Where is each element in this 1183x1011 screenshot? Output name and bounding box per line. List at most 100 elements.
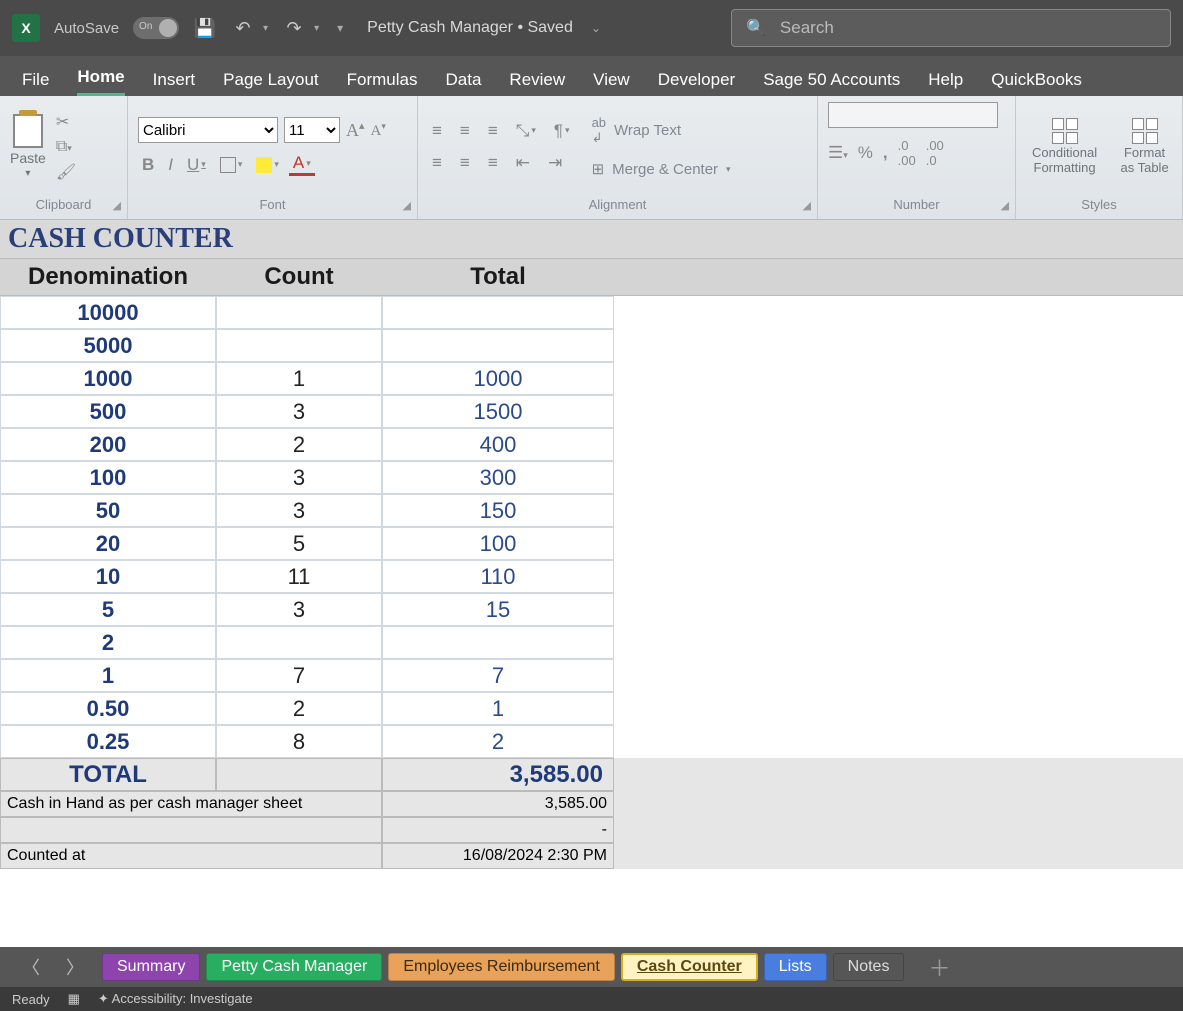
denomination-cell[interactable]: 100 [0,461,216,494]
menu-tab-page-layout[interactable]: Page Layout [223,70,318,96]
decrease-decimal-icon[interactable]: .00.0 [926,138,944,168]
counted-at-value[interactable]: 16/08/2024 2:30 PM [382,843,614,869]
italic-button[interactable]: I [164,155,177,175]
align-bottom-icon[interactable]: ≡ [484,121,502,141]
total-value[interactable]: 3,585.00 [382,758,614,791]
status-accessibility[interactable]: ✦ Accessibility: Investigate [98,991,253,1007]
denomination-cell[interactable]: 1 [0,659,216,692]
total-cell[interactable] [382,626,614,659]
denomination-cell[interactable]: 50 [0,494,216,527]
total-count-cell[interactable] [216,758,382,791]
total-cell[interactable]: 7 [382,659,614,692]
comma-icon[interactable]: , [883,143,888,163]
count-cell[interactable]: 2 [216,428,382,461]
total-cell[interactable] [382,329,614,362]
total-cell[interactable] [382,296,614,329]
underline-button[interactable]: U▾ [183,155,210,175]
format-painter-icon[interactable]: 🖌 [56,162,76,182]
copy-icon[interactable]: ⧉▾ [56,138,76,156]
count-cell[interactable]: 3 [216,494,382,527]
denomination-cell[interactable]: 500 [0,395,216,428]
cash-in-hand-value[interactable]: 3,585.00 [382,791,614,817]
increase-indent-icon[interactable]: ⇥ [544,153,566,173]
total-cell[interactable]: 400 [382,428,614,461]
font-color-button[interactable]: A▾ [289,153,315,176]
menu-tab-view[interactable]: View [593,70,630,96]
difference-row[interactable]: - [0,817,1183,843]
count-cell[interactable]: 3 [216,461,382,494]
increase-font-icon[interactable]: A▴ [346,119,365,141]
count-cell[interactable] [216,329,382,362]
wrap-text-button[interactable]: ab↲Wrap Text [592,115,731,146]
difference-label[interactable] [0,817,382,843]
increase-decimal-icon[interactable]: .0.00 [898,138,916,168]
menu-tab-insert[interactable]: Insert [153,70,196,96]
sheet-tab-petty-cash-manager[interactable]: Petty Cash Manager [206,953,382,981]
align-left-icon[interactable]: ≡ [428,153,446,173]
paste-dropdown-icon[interactable]: ▾ [25,168,30,179]
bold-button[interactable]: B [138,155,158,175]
cut-icon[interactable]: ✂ [56,112,76,132]
tab-nav-prev-icon[interactable]: 〈 [14,954,48,980]
total-cell[interactable]: 150 [382,494,614,527]
menu-tab-review[interactable]: Review [509,70,565,96]
percent-icon[interactable]: % [858,143,873,163]
status-macro-icon[interactable]: ▦ [68,991,80,1007]
denomination-cell[interactable]: 2 [0,626,216,659]
count-cell[interactable]: 2 [216,692,382,725]
denomination-cell[interactable]: 10000 [0,296,216,329]
sheet-tab-employees-reimbursement[interactable]: Employees Reimbursement [388,953,615,981]
autosave-toggle[interactable]: On [133,17,179,39]
total-cell[interactable]: 1000 [382,362,614,395]
menu-tab-sage-50-accounts[interactable]: Sage 50 Accounts [763,70,900,96]
alignment-dialog-icon[interactable]: ◢ [803,199,811,212]
total-cell[interactable]: 100 [382,527,614,560]
total-label[interactable]: TOTAL [0,758,216,791]
decrease-indent-icon[interactable]: ⇤ [512,153,534,173]
header-denomination[interactable]: Denomination [0,259,216,295]
difference-value[interactable]: - [382,817,614,843]
tab-nav-next-icon[interactable]: 〉 [58,954,92,980]
format-as-table-button[interactable]: Format as Table [1117,118,1172,175]
count-cell[interactable]: 1 [216,362,382,395]
align-top-icon[interactable]: ≡ [428,121,446,141]
font-size-select[interactable]: 11 [284,117,340,143]
align-middle-icon[interactable]: ≡ [456,121,474,141]
cash-in-hand-label[interactable]: Cash in Hand as per cash manager sheet [0,791,382,817]
denomination-cell[interactable]: 10 [0,560,216,593]
count-cell[interactable] [216,626,382,659]
sheet-tab-summary[interactable]: Summary [102,953,200,981]
menu-tab-quickbooks[interactable]: QuickBooks [991,70,1082,96]
denomination-cell[interactable]: 0.50 [0,692,216,725]
redo-icon[interactable]: ↷ [282,16,306,40]
menu-tab-help[interactable]: Help [928,70,963,96]
total-cell[interactable]: 1 [382,692,614,725]
number-format-select[interactable] [828,102,998,128]
counted-at-label[interactable]: Counted at [0,843,382,869]
qat-customize-icon[interactable]: ▾ [337,21,343,35]
redo-dropdown-icon[interactable]: ▾ [314,23,319,34]
sheet-tab-lists[interactable]: Lists [764,953,827,981]
header-count[interactable]: Count [216,259,382,295]
conditional-formatting-button[interactable]: Conditional Formatting [1026,118,1103,175]
count-cell[interactable]: 11 [216,560,382,593]
count-cell[interactable]: 7 [216,659,382,692]
count-cell[interactable]: 8 [216,725,382,758]
add-sheet-icon[interactable]: ＋ [928,951,950,983]
worksheet-area[interactable]: CASH COUNTER Denomination Count Total 10… [0,220,1183,947]
align-right-icon[interactable]: ≡ [484,153,502,173]
total-cell[interactable]: 15 [382,593,614,626]
undo-dropdown-icon[interactable]: ▾ [263,23,268,34]
save-icon[interactable]: 💾 [193,16,217,40]
border-button[interactable]: ▾ [216,157,247,173]
count-cell[interactable]: 3 [216,593,382,626]
font-name-select[interactable]: Calibri [138,117,278,143]
text-direction-icon[interactable]: ¶▾ [550,121,574,141]
menu-tab-file[interactable]: File [22,70,49,96]
counted-at-row[interactable]: Counted at 16/08/2024 2:30 PM [0,843,1183,869]
undo-icon[interactable]: ↶ [231,16,255,40]
total-row[interactable]: TOTAL 3,585.00 [0,758,1183,791]
denomination-cell[interactable]: 5 [0,593,216,626]
clipboard-dialog-icon[interactable]: ◢ [113,199,121,212]
align-center-icon[interactable]: ≡ [456,153,474,173]
